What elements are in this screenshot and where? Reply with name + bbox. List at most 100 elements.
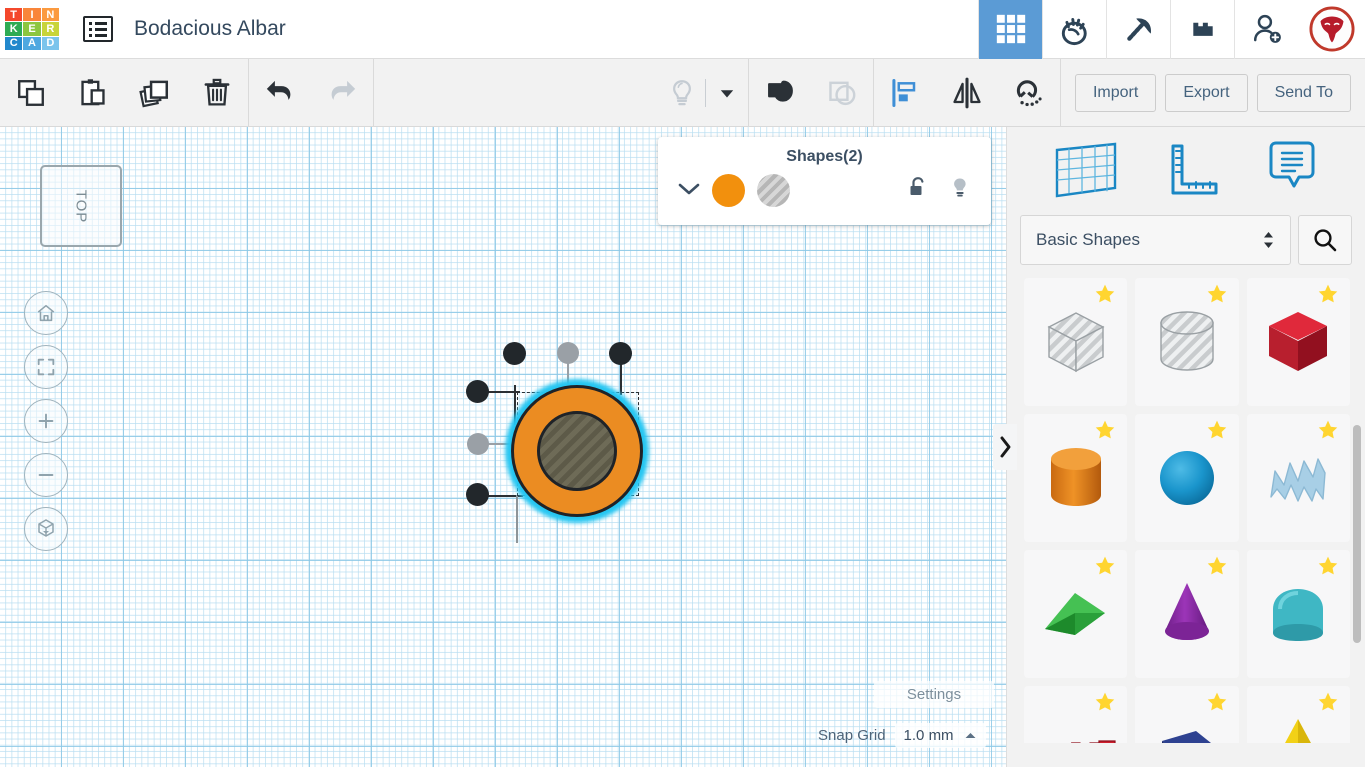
shape-card-pyramid[interactable]: [1246, 686, 1350, 743]
star-icon[interactable]: [1206, 691, 1228, 713]
resize-handle[interactable]: [609, 342, 632, 365]
star-icon[interactable]: [1317, 419, 1339, 441]
chevron-down-icon[interactable]: [678, 181, 700, 200]
shape-category-dropdown[interactable]: Basic Shapes: [1020, 215, 1291, 265]
duplicate-button[interactable]: [124, 59, 186, 127]
shape-card-sphere[interactable]: [1135, 414, 1239, 542]
star-icon[interactable]: [1094, 283, 1116, 305]
arrange-tool-group: [874, 59, 1060, 127]
star-icon[interactable]: [1317, 555, 1339, 577]
menu-line: [89, 27, 107, 31]
header-tab-circuits[interactable]: [1042, 0, 1106, 59]
header-tab-3d-design[interactable]: [978, 0, 1042, 59]
note-callout-icon: [1269, 141, 1315, 187]
view-cube[interactable]: TOP: [40, 165, 122, 247]
header-tab-minecraft[interactable]: [1106, 0, 1170, 59]
zoom-out-button[interactable]: [24, 453, 68, 497]
shape-card-wedge[interactable]: [1024, 550, 1128, 678]
star-icon[interactable]: [1094, 419, 1116, 441]
header-tab-profile[interactable]: [1298, 0, 1365, 59]
resize-handle[interactable]: [466, 380, 489, 403]
snap-grid-dropdown[interactable]: 1.0 mm: [894, 723, 986, 748]
cylinder-with-hole-object[interactable]: [505, 379, 649, 523]
star-icon[interactable]: [1206, 555, 1228, 577]
shape-card-polygon[interactable]: [1135, 686, 1239, 743]
resize-handle[interactable]: [466, 483, 489, 506]
shape-card-box-hole[interactable]: [1024, 278, 1128, 406]
copy-icon: [18, 79, 44, 106]
shape-search-button[interactable]: [1298, 215, 1352, 265]
star-icon[interactable]: [1094, 283, 1116, 305]
star-icon[interactable]: [1317, 283, 1339, 305]
star-icon[interactable]: [1206, 691, 1228, 713]
shape-card-scribble[interactable]: [1246, 414, 1350, 542]
star-icon[interactable]: [1206, 419, 1228, 441]
shape-card-box[interactable]: [1246, 278, 1350, 406]
star-icon[interactable]: [1317, 691, 1339, 713]
ruler-tab[interactable]: [1162, 138, 1224, 205]
star-icon[interactable]: [1206, 283, 1228, 305]
star-icon[interactable]: [1317, 419, 1339, 441]
resize-handle[interactable]: [503, 342, 526, 365]
star-icon[interactable]: [1317, 283, 1339, 305]
unlock-icon[interactable]: [907, 175, 929, 206]
workplane-tab[interactable]: [1051, 138, 1123, 205]
home-view-button[interactable]: [24, 291, 68, 335]
star-icon[interactable]: [1206, 555, 1228, 577]
collapse-panel-button[interactable]: [993, 424, 1017, 470]
ungroup-button[interactable]: [811, 59, 873, 127]
hole-shape-swatch[interactable]: [757, 174, 790, 207]
star-icon[interactable]: [1094, 419, 1116, 441]
lightbulb-icon[interactable]: [949, 175, 971, 206]
redo-button[interactable]: [311, 59, 373, 127]
copy-button[interactable]: [0, 59, 62, 127]
group-button[interactable]: [749, 59, 811, 127]
fit-view-button[interactable]: [24, 345, 68, 389]
shape-card-text[interactable]: [1024, 686, 1128, 743]
header-tab-blocks[interactable]: [1170, 0, 1234, 59]
shape-card-cylinder-hole[interactable]: [1135, 278, 1239, 406]
export-button[interactable]: Export: [1165, 73, 1248, 112]
star-icon[interactable]: [1206, 419, 1228, 441]
tinkercad-logo[interactable]: TIN KER CAD: [5, 8, 59, 50]
design-canvas[interactable]: TOP Shapes(2) Settings Snap Grid 1.0 mm: [0, 127, 1006, 767]
settings-button[interactable]: Settings: [874, 681, 994, 708]
star-icon[interactable]: [1094, 555, 1116, 577]
star-icon[interactable]: [1094, 555, 1116, 577]
star-icon[interactable]: [1317, 555, 1339, 577]
star-icon[interactable]: [1206, 283, 1228, 305]
cube-view-icon: [38, 519, 54, 537]
header-tabs: [978, 0, 1365, 59]
light-button[interactable]: [659, 59, 705, 127]
logo-tile-c: C: [5, 36, 23, 50]
app-header: TIN KER CAD Bodacious Albar: [0, 0, 1365, 59]
sendto-button[interactable]: Send To: [1256, 73, 1351, 112]
notes-tab[interactable]: [1263, 138, 1321, 205]
shape-card-cylinder[interactable]: [1024, 414, 1128, 542]
star-icon[interactable]: [1317, 691, 1339, 713]
rotate-handle[interactable]: [557, 342, 579, 364]
mirror-button[interactable]: [936, 59, 998, 127]
panel-scrollbar[interactable]: [1353, 425, 1361, 643]
ruler-icon: [1171, 144, 1218, 194]
ortho-perspective-button[interactable]: [24, 507, 68, 551]
import-button[interactable]: Import: [1074, 73, 1157, 112]
header-tab-invite[interactable]: [1234, 0, 1298, 59]
rotate-handle[interactable]: [467, 433, 489, 455]
shape-grid: [1007, 278, 1365, 743]
star-icon[interactable]: [1094, 691, 1116, 713]
delete-button[interactable]: [186, 59, 248, 127]
shape-card-roof[interactable]: [1246, 550, 1350, 678]
shape-card-cone[interactable]: [1135, 550, 1239, 678]
main-menu-button[interactable]: [83, 16, 113, 42]
align-button[interactable]: [874, 59, 936, 127]
paste-button[interactable]: [62, 59, 124, 127]
star-icon[interactable]: [1094, 691, 1116, 713]
light-dropdown-button[interactable]: [706, 59, 748, 127]
shapes-inspector-panel[interactable]: Shapes(2): [658, 137, 991, 225]
document-title[interactable]: Bodacious Albar: [134, 17, 286, 41]
snap-magnet-button[interactable]: [998, 59, 1060, 127]
solid-shape-swatch[interactable]: [712, 174, 745, 207]
zoom-in-button[interactable]: [24, 399, 68, 443]
undo-button[interactable]: [249, 59, 311, 127]
